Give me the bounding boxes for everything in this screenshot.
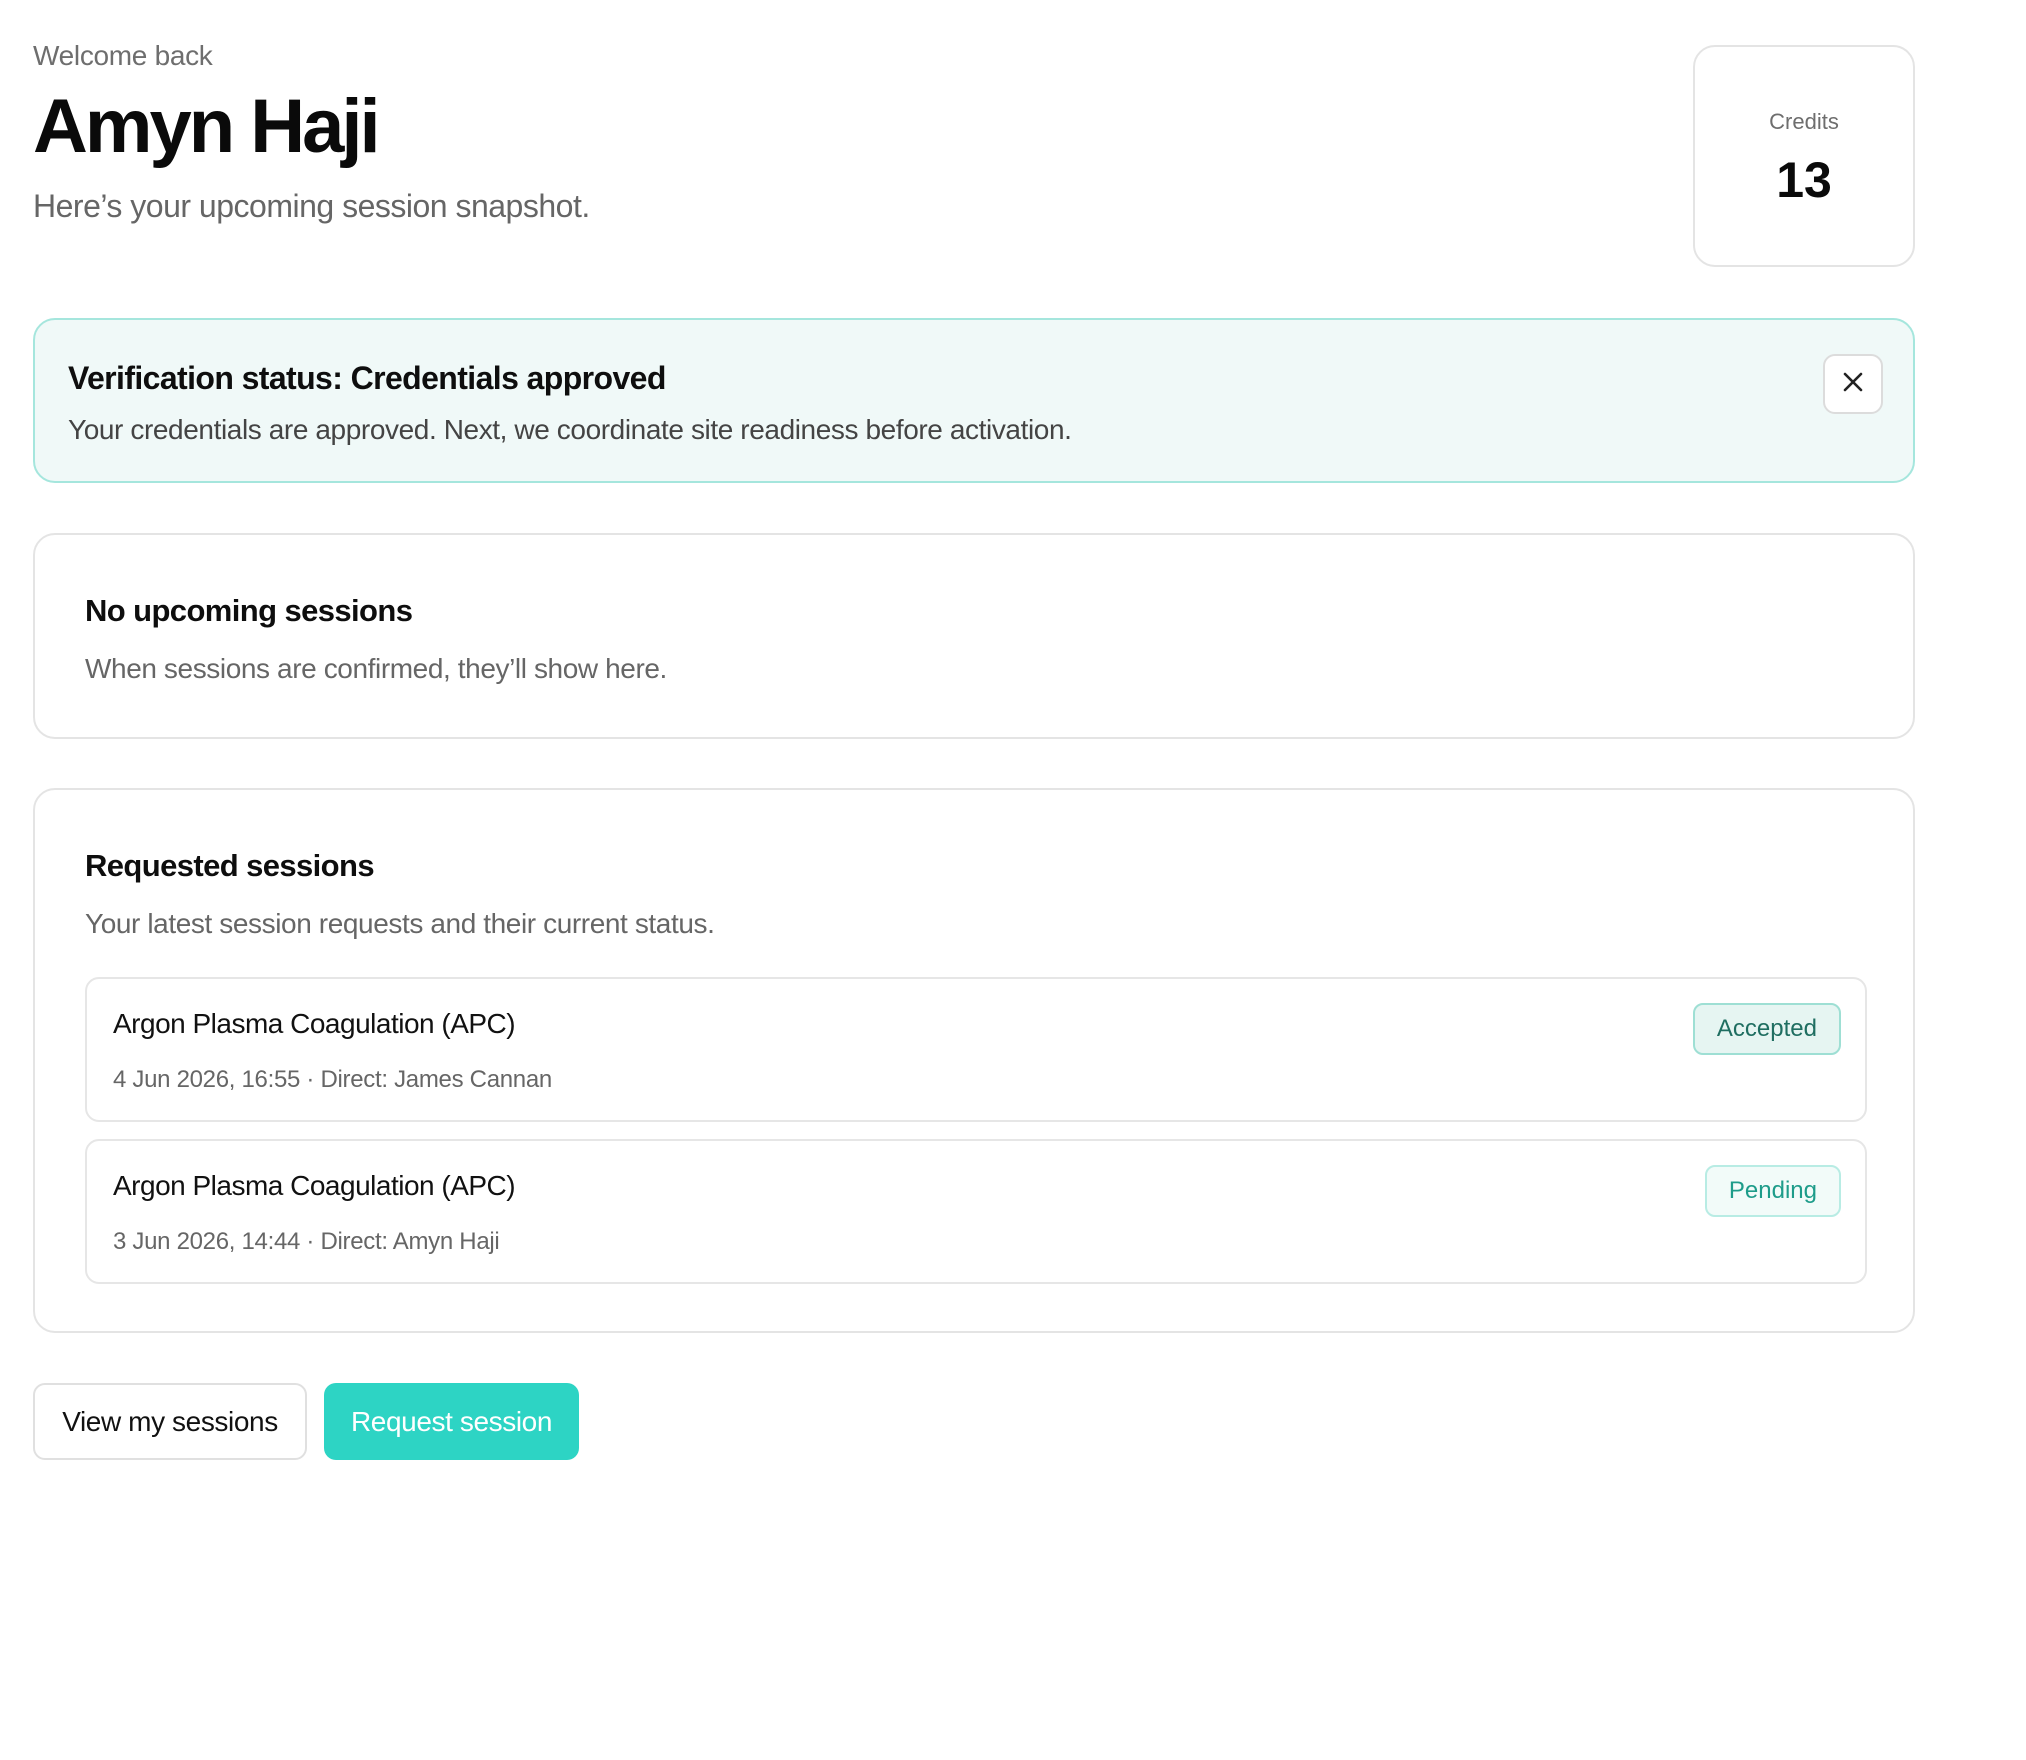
dashboard-page: Welcome back Amyn Haji Here’s your upcom… [33,0,1916,1460]
close-icon [1842,371,1864,398]
page-title: Amyn Haji [33,84,381,169]
verification-title: Verification status: Credentials approve… [68,360,666,396]
credits-label: Credits [1769,109,1839,134]
credits-value: 13 [1776,152,1832,208]
upcoming-sessions-card: No upcoming sessions When sessions are c… [33,533,1915,739]
status-badge: Accepted [1692,1003,1841,1055]
requested-sessions-title: Requested sessions [85,848,375,883]
session-meta: 4 Jun 2026, 16:55 · Direct: James Cannan [113,1066,552,1093]
session-request-item[interactable]: Argon Plasma Coagulation (APC) 3 Jun 202… [85,1139,1867,1284]
verification-message: Your credentials are approved. Next, we … [68,414,1072,445]
credits-card: Credits 13 [1693,45,1915,267]
verification-banner: Verification status: Credentials approve… [33,318,1915,483]
status-badge: Pending [1704,1165,1841,1217]
dismiss-banner-button[interactable] [1823,354,1883,414]
view-my-sessions-button[interactable]: View my sessions [33,1383,307,1460]
session-meta: 3 Jun 2026, 14:44 · Direct: Amyn Haji [113,1228,500,1255]
requested-sessions-description: Your latest session requests and their c… [85,908,715,939]
session-request-item[interactable]: Argon Plasma Coagulation (APC) 4 Jun 202… [85,977,1867,1122]
welcome-text: Welcome back [33,40,213,71]
upcoming-sessions-title: No upcoming sessions [85,593,413,628]
requested-sessions-card: Requested sessions Your latest session r… [33,788,1915,1333]
request-session-button[interactable]: Request session [324,1383,579,1460]
page-subtitle: Here’s your upcoming session snapshot. [33,188,590,224]
upcoming-sessions-description: When sessions are confirmed, they’ll sho… [85,653,667,684]
page-header: Welcome back Amyn Haji Here’s your upcom… [33,0,1916,290]
session-name: Argon Plasma Coagulation (APC) [113,1170,516,1201]
session-name: Argon Plasma Coagulation (APC) [113,1008,516,1039]
